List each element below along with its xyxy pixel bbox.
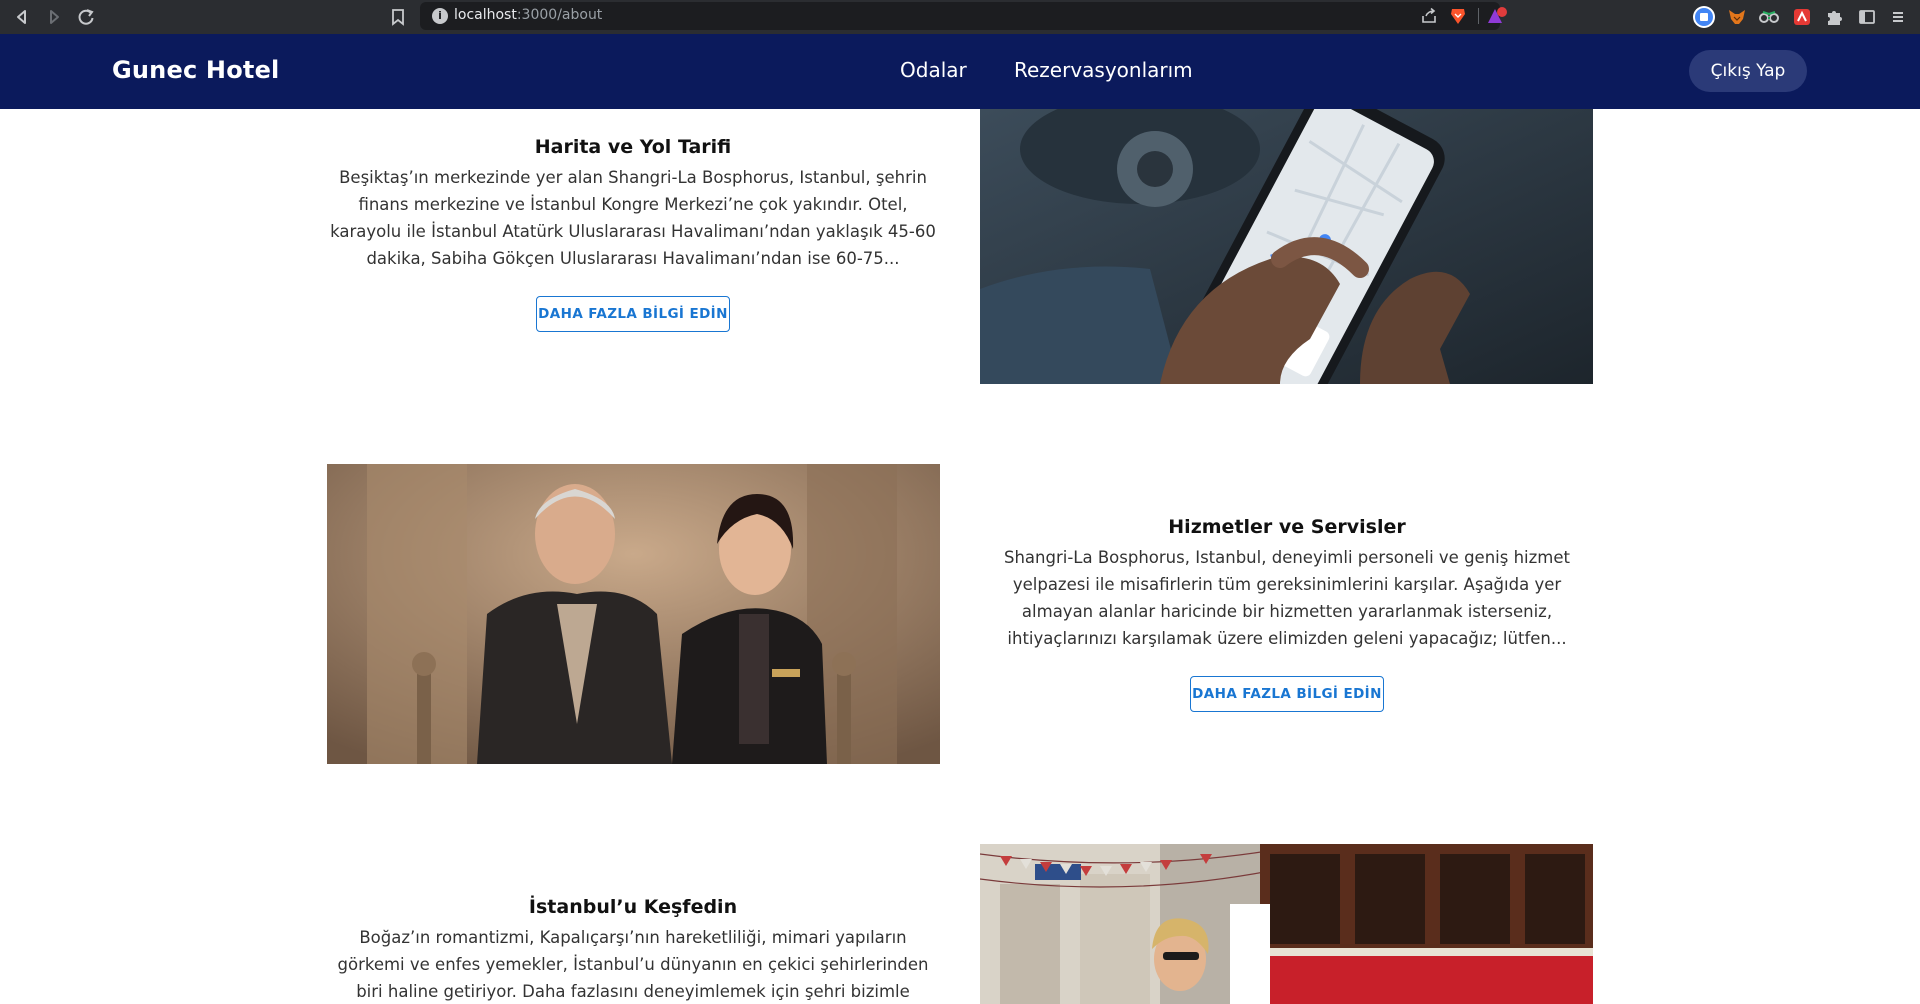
- site-logo[interactable]: Gunec Hotel: [112, 56, 279, 84]
- istanbul-tram-photo: [980, 844, 1593, 1004]
- nav-link-rooms[interactable]: Odalar: [900, 58, 967, 82]
- section-text: Boğaz’ın romantizmi, Kapalıçarşı’nın har…: [337, 928, 929, 1001]
- section-title: İstanbul’u Keşfedin: [528, 896, 738, 918]
- hotel-staff-photo: [327, 464, 940, 764]
- bookmark-icon[interactable]: [386, 5, 410, 29]
- red-extension-icon[interactable]: [1790, 5, 1814, 29]
- site-header: Gunec Hotel Odalar Rezervasyonlarım Çıkı…: [0, 34, 1920, 109]
- browser-toolbar: i localhost:3000/about: [0, 0, 1920, 34]
- logout-button[interactable]: Çıkış Yap: [1689, 50, 1807, 92]
- section-title: Hizmetler ve Servisler: [1168, 516, 1406, 538]
- translate-extension-icon[interactable]: [1692, 5, 1716, 29]
- learn-more-button[interactable]: DAHA FAZLA BİLGİ EDİN: [536, 296, 730, 332]
- section-services: Hizmetler ve Servisler Shangri-La Bospho…: [980, 516, 1594, 712]
- brave-shield-icon[interactable]: [1448, 6, 1468, 30]
- section-title: Harita ve Yol Tarifi: [534, 136, 732, 158]
- section-explore-istanbul: İstanbul’u Keşfedin Boğaz’ın romantizmi,…: [326, 896, 940, 1004]
- url-text[interactable]: localhost:3000/about: [454, 7, 602, 23]
- section-map-directions: Harita ve Yol Tarifi Beşiktaş’ın merkezi…: [326, 136, 940, 332]
- glasses-extension-icon[interactable]: [1757, 5, 1781, 29]
- brave-rewards-icon[interactable]: [1486, 6, 1508, 30]
- address-separator: [1478, 8, 1479, 24]
- forward-icon[interactable]: [41, 4, 67, 30]
- reload-icon[interactable]: [73, 4, 99, 30]
- section-text: Shangri-La Bosphorus, Istanbul, deneyiml…: [1004, 548, 1570, 648]
- menu-icon[interactable]: [1886, 5, 1910, 29]
- site-info-icon[interactable]: i: [432, 8, 448, 24]
- learn-more-button[interactable]: DAHA FAZLA BİLGİ EDİN: [1190, 676, 1384, 712]
- section-text: Beşiktaş’ın merkezinde yer alan Shangri-…: [330, 168, 936, 268]
- puzzle-extensions-icon[interactable]: [1822, 5, 1846, 29]
- back-icon[interactable]: [9, 4, 35, 30]
- share-icon[interactable]: [1420, 7, 1438, 29]
- sidebar-toggle-icon[interactable]: [1855, 5, 1879, 29]
- metamask-extension-icon[interactable]: [1725, 5, 1749, 29]
- address-bar[interactable]: i localhost:3000/about: [420, 2, 1507, 30]
- nav-link-reservations[interactable]: Rezervasyonlarım: [1014, 58, 1193, 82]
- phone-map-photo: [980, 109, 1593, 384]
